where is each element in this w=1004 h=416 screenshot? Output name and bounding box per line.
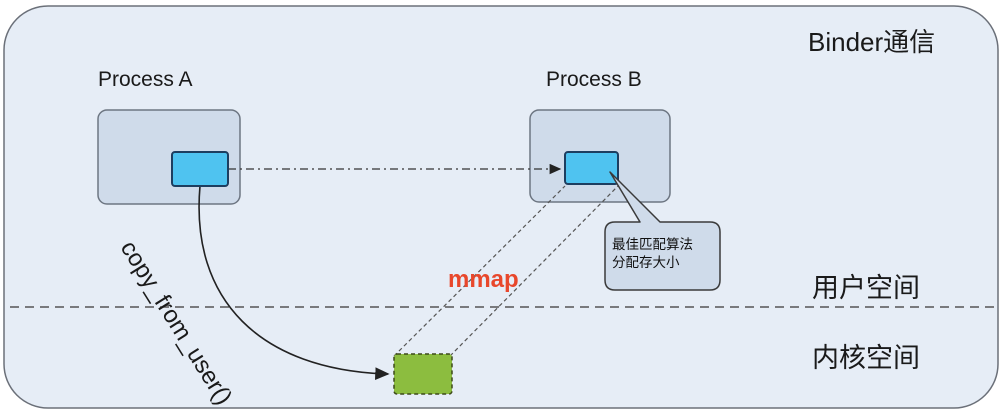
callout-line-1: 最佳匹配算法 <box>612 237 693 252</box>
kernel-buffer <box>393 353 453 395</box>
callout-line-2: 分配存大小 <box>612 255 680 270</box>
process-b-label: Process B <box>546 68 642 91</box>
user-space-label: 用户空间 <box>812 273 920 303</box>
binder-diagram: Binder通信 Process A Process B 用户空间 内核空间 m… <box>0 0 1004 416</box>
mmap-label: mmap <box>448 266 519 293</box>
kernel-space-label: 内核空间 <box>812 343 920 373</box>
diagram-title: Binder通信 <box>808 27 936 57</box>
process-b-buffer <box>564 151 619 185</box>
process-a-buffer <box>171 151 229 187</box>
callout-text: 最佳匹配算法 分配存大小 <box>612 236 712 272</box>
process-a-label: Process A <box>98 68 193 91</box>
